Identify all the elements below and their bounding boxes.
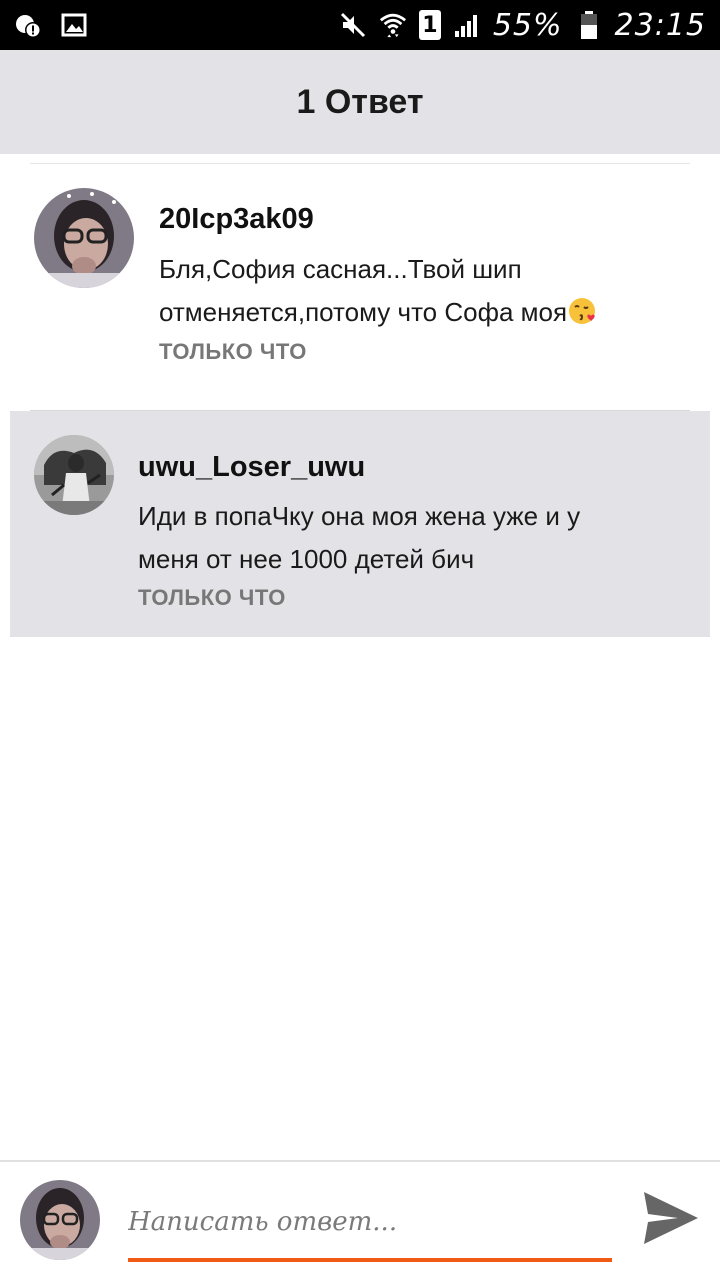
comment-item-highlighted: uwu_Loser_uwu Иди в попаЧку она моя жена…: [10, 411, 710, 637]
status-right: 1 55% 23:15: [339, 8, 706, 43]
status-bar: 1 55% 23:15: [0, 0, 720, 50]
header: 1 Ответ: [0, 50, 720, 154]
reply-bar: [0, 1162, 720, 1280]
sim-icon: 1: [418, 10, 441, 40]
kissing-face-emoji-icon: [567, 296, 597, 326]
send-button[interactable]: [638, 1188, 702, 1252]
comment-timestamp: ТОЛЬКО ЧТО: [159, 339, 307, 364]
wifi-icon: [379, 11, 407, 39]
clock: 23:15: [614, 7, 706, 43]
comment-text: Иди в попаЧку она моя жена уже и у меня …: [138, 501, 581, 574]
image-icon: [60, 11, 88, 39]
divider: [30, 163, 690, 164]
reply-input[interactable]: [128, 1192, 612, 1252]
mute-icon: [339, 11, 367, 39]
battery-icon: [575, 11, 603, 39]
send-icon: [640, 1190, 700, 1251]
signal-icon: [453, 11, 481, 39]
comment-item: 20Icp3ak09 Бля,София сасная...Твой шип о…: [0, 165, 720, 395]
comment-timestamp: ТОЛЬКО ЧТО: [138, 585, 286, 610]
status-left: [14, 11, 88, 39]
comment-username[interactable]: 20Icp3ak09: [159, 203, 314, 236]
comment-text-content: Бля,София сасная...Твой шип отменяется,п…: [159, 254, 568, 327]
avatar: [20, 1180, 100, 1260]
input-underline: [128, 1258, 612, 1262]
comment-text: Бля,София сасная...Твой шип отменяется,п…: [159, 248, 659, 334]
avatar[interactable]: [34, 435, 114, 515]
alert-icon: [14, 11, 42, 39]
comment-username[interactable]: uwu_Loser_uwu: [138, 451, 365, 484]
page-title: 1 Ответ: [296, 82, 424, 121]
battery-percent: 55%: [492, 7, 563, 43]
avatar[interactable]: [34, 188, 134, 288]
